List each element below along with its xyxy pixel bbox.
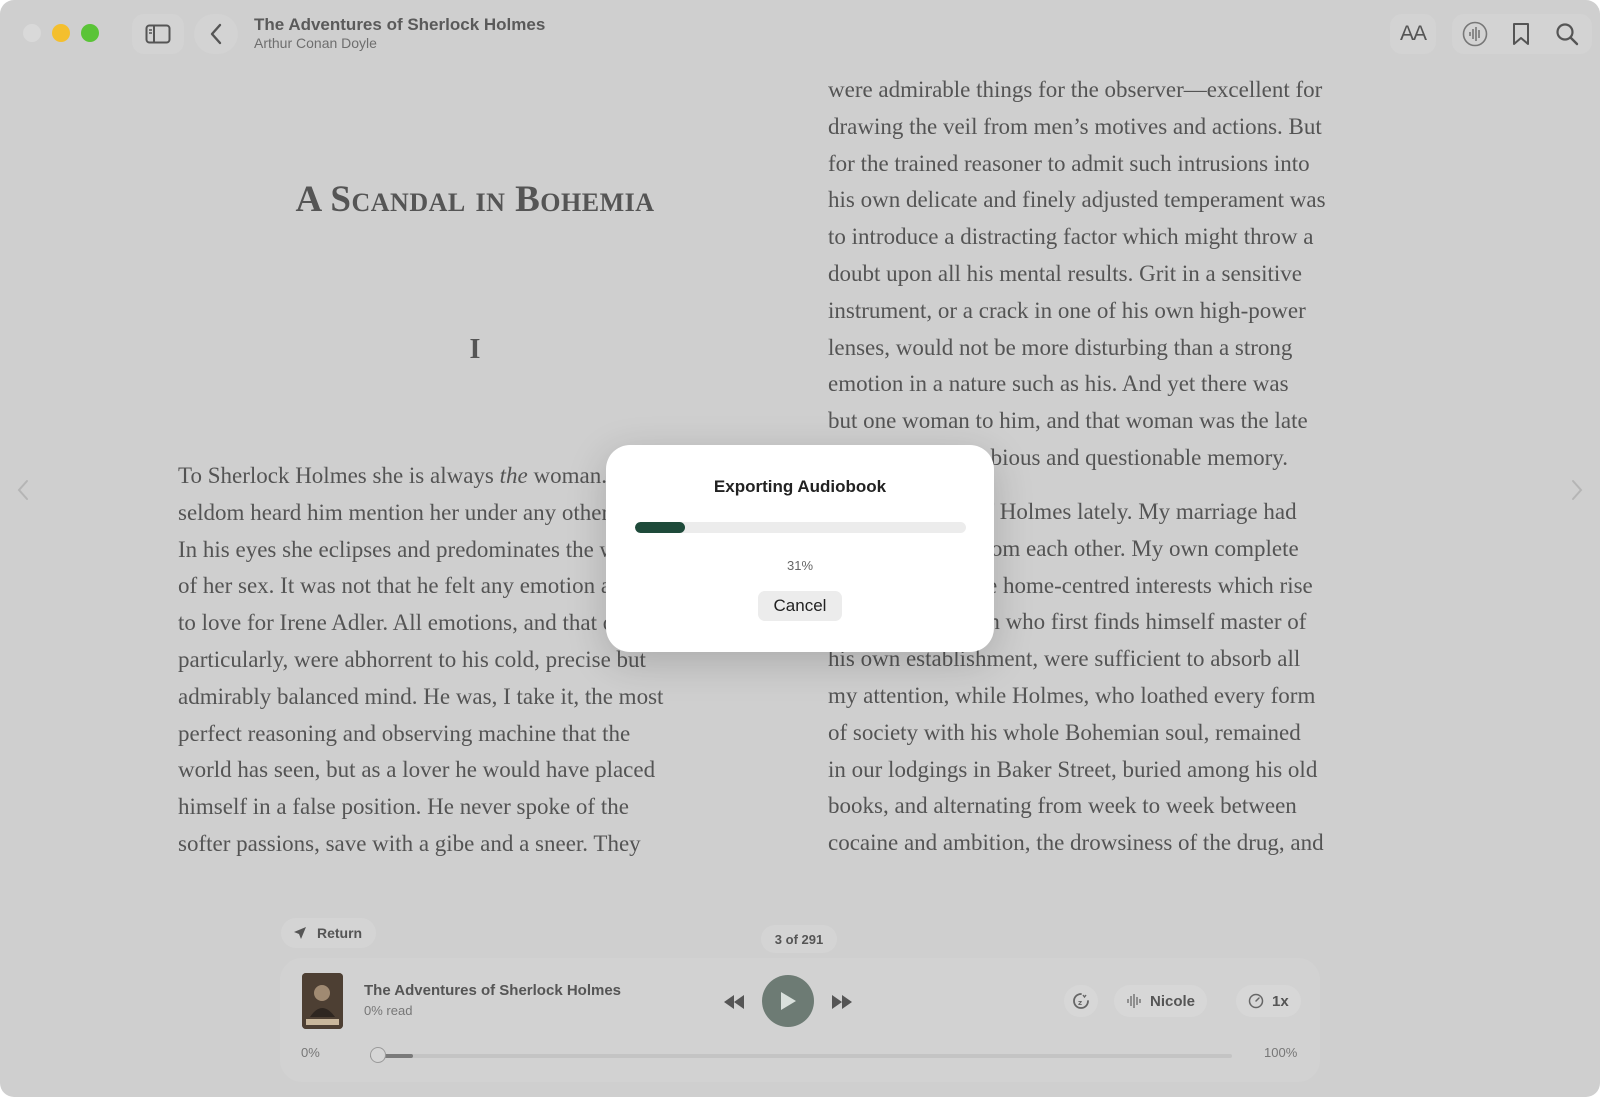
export-progress-bar [635,522,966,533]
text-line: admirably balanced mind. He was, I take … [178,683,664,709]
text-line: himself in a false position. He never sp… [178,794,629,820]
text-line: cocaine and ambition, the drowsiness of … [828,830,1324,856]
export-progress-fill [635,522,685,533]
bookmark-icon [1513,23,1529,45]
text-line: lenses, would not be more disturbing tha… [828,334,1293,360]
text-line: world has seen, but as a lover he would … [178,757,656,783]
export-percent: 31% [786,558,814,573]
text-line: of society with his whole Bohemian soul,… [828,719,1301,745]
text-line: drawing the veil from men’s motives and … [828,113,1322,139]
cover-art-image [302,973,343,1029]
playback-speed-button[interactable]: 1x [1236,985,1301,1017]
text-line: were admirable things for the observer—e… [828,77,1323,102]
text-line: To Sherlock Holmes she is always the wom… [178,463,670,488]
text-line: to introduce a distracting factor which … [828,224,1314,250]
play-icon [781,992,796,1010]
play-button[interactable] [762,975,814,1027]
text-line: In his eyes she eclipses and predominate… [178,536,656,562]
text-line: of her sex. It was not that he felt any … [178,573,641,599]
chevron-right-icon [1572,480,1583,500]
speedometer-icon [1248,993,1264,1009]
reader-window: The Adventures of Sherlock Holmes Arthur… [0,0,1600,1097]
sleep-timer-icon: z [1073,993,1089,1009]
back-button[interactable] [194,14,238,54]
voice-waveform-icon [1127,994,1141,1008]
text-line: to love for Irene Adler. All emotions, a… [178,610,636,636]
text-line: softer passions, save with a gibe and a … [178,830,641,856]
scrub-end-label: 100% [1264,1045,1298,1060]
rewind-icon [724,995,744,1009]
search-icon [1556,23,1579,46]
search-button[interactable] [1546,14,1588,54]
text-line: seldom heard him mention her under any o… [178,499,671,525]
next-page-button[interactable] [1570,478,1584,507]
text-line: his own delicate and finely adjusted tem… [828,187,1326,213]
playback-speed: 1x [1272,992,1289,1010]
voice-selector-button[interactable]: Nicole [1114,985,1208,1017]
scrub-start-label: 0% [301,1045,320,1060]
book-title: The Adventures of Sherlock Holmes [254,15,546,34]
window-zoom-button[interactable] [81,24,99,42]
fast-forward-button[interactable] [826,988,858,1016]
audio-waveform-icon [1462,21,1488,47]
book-author: Arthur Conan Doyle [254,35,377,51]
text-line: instrument, or a crack in one of his own… [828,297,1306,323]
window-minimize-button[interactable] [52,24,70,42]
text-line: in our lodgings in Baker Street, buried … [828,756,1318,782]
scrubber-handle[interactable] [370,1047,386,1063]
window-close-button[interactable] [23,24,41,42]
svg-text:z: z [1078,999,1082,1007]
chevron-left-icon [17,480,28,500]
sidebar-toggle-button[interactable] [132,14,184,54]
return-label: Return [317,925,363,941]
export-dialog: Exporting Audiobook 31% Cancel [606,445,994,652]
sidebar-icon [145,24,171,44]
book-cover-thumbnail[interactable] [302,973,343,1029]
player-book-title: The Adventures of Sherlock Holmes [364,982,622,999]
audio-player: The Adventures of Sherlock Holmes 0% rea… [280,958,1320,1082]
previous-page-button[interactable] [16,478,30,507]
text-line: books, and alternating from week to week… [828,793,1297,819]
text-line: but one woman to him, and that woman was… [828,408,1308,434]
text-line: perfect reasoning and observing machine … [178,720,631,746]
sleep-timer-button[interactable]: z [1064,985,1098,1017]
page-left-text: To Sherlock Holmes she is always the wom… [178,458,670,863]
cancel-button[interactable]: Cancel [758,591,842,621]
return-button[interactable]: Return [281,918,377,948]
toolbar-group [1452,14,1592,54]
page-indicator: 3 of 291 [761,925,837,953]
player-read-progress: 0% read [364,1003,413,1018]
text-line: for the trained reasoner to admit such i… [828,150,1310,176]
dialog-title: Exporting Audiobook [713,477,887,496]
playback-scrubber[interactable] [370,1047,1232,1063]
fast-forward-icon [832,995,852,1009]
audio-button[interactable] [1454,14,1496,54]
location-arrow-icon [294,927,306,939]
text-line: particularly, were abhorrent to his cold… [178,646,646,672]
voice-name: Nicole [1150,992,1196,1010]
page-right-text: were admirable things for the observer—e… [828,72,1326,477]
font-size-icon: AA [1399,22,1427,45]
text-line: my attention, while Holmes, who loathed … [828,682,1316,708]
appearance-button[interactable]: AA [1390,14,1436,54]
text-line: doubt upon all his mental results. Grit … [828,260,1302,286]
chapter-number: I [469,334,481,365]
text-line: emotion in a nature such as his. And yet… [828,371,1289,397]
chevron-left-icon [210,23,222,45]
chapter-title: A Scandal in Bohemia [295,179,655,220]
rewind-button[interactable] [718,988,750,1016]
bookmark-button[interactable] [1500,14,1542,54]
